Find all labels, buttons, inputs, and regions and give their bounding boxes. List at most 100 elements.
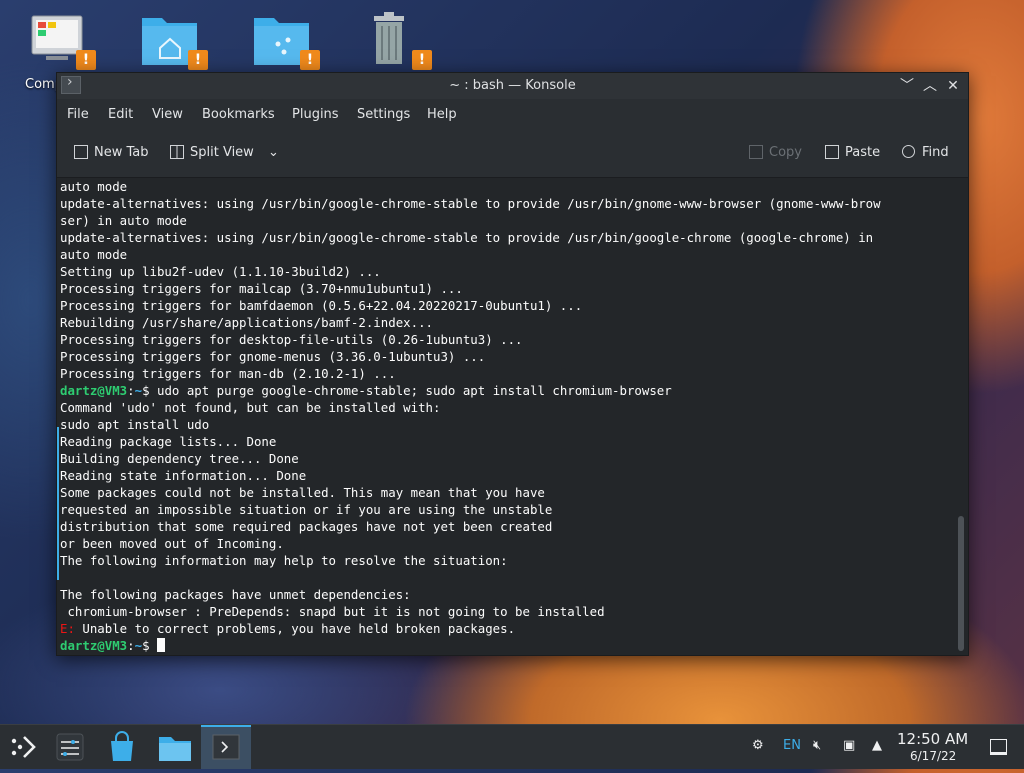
taskbar: ⚙ EN 🔇︎ ▣ ▲ 12:50 AM 6/17/22 — [0, 724, 1024, 769]
task-konsole[interactable] — [201, 725, 251, 769]
terminal-line: or been moved out of Incoming. — [60, 536, 284, 551]
terminal-line: requested an impossible situation or if … — [60, 502, 553, 517]
paste-icon — [825, 145, 839, 159]
scrollbar-thumb[interactable] — [958, 516, 964, 651]
terminal-output[interactable]: auto mode update-alternatives: using /us… — [57, 178, 955, 655]
terminal-line: Command 'udo' not found, but can be inst… — [60, 400, 441, 415]
terminal-line: Reading state information... Done — [60, 468, 307, 483]
application-launcher[interactable] — [0, 725, 50, 769]
paste-label: Paste — [845, 145, 881, 160]
warning-badge-icon: ! — [412, 50, 432, 70]
error-text: Unable to correct problems, you have hel… — [74, 621, 516, 636]
konsole-icon — [212, 734, 240, 760]
copy-button[interactable]: Copy — [749, 145, 802, 160]
desktop-icon-trash[interactable]: ! — [360, 10, 440, 80]
volume-muted-icon[interactable]: 🔇︎ — [813, 738, 821, 753]
error-prefix: E: — [60, 621, 75, 636]
discover-store-icon — [111, 731, 133, 761]
search-icon — [902, 145, 915, 158]
network-wired-icon[interactable]: ▣ — [843, 738, 855, 753]
desktop-icon-network[interactable]: ! — [248, 10, 328, 80]
new-tab-icon — [74, 145, 88, 159]
find-label: Find — [922, 145, 949, 160]
command-line: dartz@VM3:~$ udo apt purge google-chrome… — [60, 382, 881, 399]
terminal-line: auto mode — [60, 179, 128, 194]
menu-view[interactable]: View — [152, 107, 183, 122]
network-status-icon[interactable]: ⚙ — [752, 738, 764, 753]
terminal-line: Setting up libu2f-udev (1.1.10-3build2) … — [60, 264, 381, 279]
prompt-symbol: $ — [142, 383, 157, 398]
clock-date[interactable]: 6/17/22 — [910, 749, 956, 763]
split-view-label: Split View — [190, 145, 254, 160]
desktop-icon-home[interactable]: ! — [136, 10, 216, 80]
konsole-window: ~ : bash — Konsole ﹀ ︿ ✕ File Edit View … — [56, 72, 969, 656]
copy-icon — [749, 145, 763, 159]
terminal-line: auto mode — [60, 247, 128, 262]
menu-edit[interactable]: Edit — [108, 107, 133, 122]
terminal-line: Processing triggers for desktop-file-uti… — [60, 332, 523, 347]
copy-label: Copy — [769, 145, 802, 160]
prompt-path: ~ — [134, 638, 143, 653]
show-desktop-button[interactable] — [990, 739, 1007, 755]
settings-sliders-icon — [56, 733, 84, 761]
desktop-icon-computer[interactable]: ! — [24, 10, 104, 80]
keyboard-layout-indicator[interactable]: EN — [783, 738, 801, 753]
terminal-line: Processing triggers for bamfdaemon (0.5.… — [60, 298, 583, 313]
terminal-line: update-alternatives: using /usr/bin/goog… — [60, 230, 874, 245]
maximize-button[interactable]: ︿ — [920, 76, 940, 96]
terminal-line: Building dependency tree... Done — [60, 451, 299, 466]
launcher-icon — [11, 736, 36, 758]
paste-button[interactable]: Paste — [825, 145, 880, 160]
terminal-line: sudo apt install udo — [60, 417, 210, 432]
error-line: E: Unable to correct problems, you have … — [60, 620, 881, 637]
current-prompt-line[interactable]: dartz@VM3:~$ — [60, 637, 881, 654]
terminal-line: Processing triggers for man-db (2.10.2-1… — [60, 366, 396, 381]
prompt-separator: : — [127, 383, 135, 398]
close-button[interactable]: ✕ — [943, 76, 963, 96]
chevron-down-icon[interactable]: ⌄ — [268, 145, 279, 160]
terminal-line: The following packages have unmet depend… — [60, 587, 411, 602]
terminal-line: update-alternatives: using /usr/bin/goog… — [60, 196, 881, 211]
menu-bar: File Edit View Bookmarks Plugins Setting… — [57, 99, 968, 131]
new-tab-button[interactable]: New Tab — [74, 145, 149, 160]
prompt-path: ~ — [134, 383, 143, 398]
split-view-button[interactable]: Split View ⌄ — [170, 145, 279, 160]
prompt-symbol: $ — [142, 638, 157, 653]
menu-bookmarks[interactable]: Bookmarks — [202, 107, 275, 122]
warning-badge-icon: ! — [188, 50, 208, 70]
output-marker — [57, 427, 59, 580]
prompt-separator: : — [127, 638, 135, 653]
title-bar[interactable]: ~ : bash — Konsole ﹀ ︿ ✕ — [57, 73, 968, 99]
menu-plugins[interactable]: Plugins — [292, 107, 339, 122]
prompt-user: dartz@VM3 — [60, 383, 128, 398]
terminal-line: Processing triggers for mailcap (3.70+nm… — [60, 281, 463, 296]
terminal-scrollbar[interactable] — [955, 178, 968, 655]
split-view-icon — [170, 145, 184, 159]
window-title: ~ : bash — Konsole — [449, 78, 576, 93]
terminal-line: Reading package lists... Done — [60, 434, 277, 449]
task-dolphin[interactable] — [149, 725, 199, 769]
terminal-line: Rebuilding /usr/share/applications/bamf-… — [60, 315, 433, 330]
task-system-settings[interactable] — [45, 725, 95, 769]
prompt-user: dartz@VM3 — [60, 638, 128, 653]
tray-expand-arrow-icon[interactable]: ▲ — [872, 738, 882, 753]
text-cursor — [157, 638, 165, 652]
menu-file[interactable]: File — [67, 107, 89, 122]
terminal-line: distribution that some required packages… — [60, 519, 553, 534]
task-discover[interactable] — [97, 725, 147, 769]
menu-settings[interactable]: Settings — [357, 107, 410, 122]
folder-icon — [159, 737, 191, 761]
typed-command: udo apt purge google-chrome-stable; sudo… — [157, 383, 672, 398]
new-tab-label: New Tab — [94, 145, 149, 160]
menu-help[interactable]: Help — [427, 107, 457, 122]
terminal-line: Processing triggers for gnome-menus (3.3… — [60, 349, 486, 364]
minimize-button[interactable]: ﹀ — [897, 76, 917, 96]
find-button[interactable]: Find — [902, 145, 949, 160]
terminal-line: Some packages could not be installed. Th… — [60, 485, 545, 500]
toolbar: New Tab Split View ⌄ Copy Paste Find — [57, 131, 968, 178]
warning-badge-icon: ! — [76, 50, 96, 70]
terminal-line: ser) in auto mode — [60, 213, 187, 228]
clock-time[interactable]: 12:50 AM — [897, 730, 968, 748]
warning-badge-icon: ! — [300, 50, 320, 70]
